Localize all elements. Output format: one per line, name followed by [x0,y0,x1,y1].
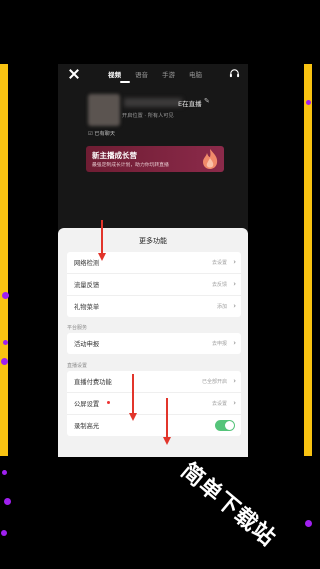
row-paid-live-features[interactable]: 直播付费功能 已全部开启 › [67,371,241,393]
section-platform-services: 平台服务 [67,325,88,331]
location-visibility[interactable]: 开启位置 · 所有人可见 [122,112,174,119]
row-gift-menu[interactable]: 礼物菜单 添加 › [67,296,241,317]
section-live-settings: 直播设置 [67,363,88,369]
top-bar: 视频 语音 手游 电脑 [58,64,248,86]
row-label: 录制高光 [74,423,100,430]
sheet-title: 更多功能 [139,237,167,245]
annotation-arrow-head [163,437,171,445]
chevron-right-icon: › [233,280,236,288]
cover-image-blurred[interactable] [88,94,120,126]
chevron-right-icon: › [233,258,236,266]
decor-dot [1,530,7,536]
row-record-highlights: 录制高光 [67,415,241,436]
decor-dot [2,470,7,475]
live-title[interactable]: E在直播 [178,98,202,108]
new-badge-dot-icon [107,401,110,404]
row-event-application[interactable]: 活动申报 去申报 › [67,333,241,354]
phone-screen: 视频 语音 手游 电脑 E在直播 ✎ 开启位置 · 所有人可见 ☑ 已有聊天 新… [58,64,248,457]
row-value: 去设置 [211,401,227,407]
settings-card-3: 直播付费功能 已全部开启 › 公屏设置 去设置 › 录制高光 [67,371,241,436]
decor-dot [306,100,311,105]
row-public-screen-settings[interactable]: 公屏设置 去设置 › [67,393,241,415]
row-label: 流量反馈 [74,282,100,289]
row-label: 直播付费功能 [74,379,112,386]
banner-subtitle: 最强定制成长计划，助力你玩转直播 [92,163,169,168]
row-label: 活动申报 [74,341,100,348]
banner-title: 新主播成长营 [92,151,137,160]
row-label: 网络检测 [74,260,100,267]
chevron-right-icon: › [233,399,236,407]
edit-icon[interactable]: ✎ [204,97,210,105]
decor-dot [4,498,11,505]
row-value: 去申报 [211,341,227,347]
headset-icon[interactable] [229,68,240,79]
toggle-knob [225,421,234,430]
annotation-arrow [166,398,168,438]
decor-dot [1,358,8,365]
tab-mobile-game[interactable]: 手游 [162,69,175,79]
row-value: 去设置 [211,260,227,266]
row-label: 公屏设置 [74,401,100,408]
tab-voice[interactable]: 语音 [135,69,148,79]
row-value: 已全部开启 [201,379,227,385]
flame-icon [203,149,218,169]
row-value: 去反馈 [211,282,227,288]
top-black-band [0,0,312,64]
blurred-title [124,98,182,107]
chevron-right-icon: › [233,339,236,347]
annotation-arrow [132,374,134,414]
decor-dot [305,520,312,527]
annotation-arrow-head [129,413,137,421]
growth-camp-banner[interactable]: 新主播成长营 最强定制成长计划，助力你玩转直播 [86,146,224,172]
close-icon[interactable] [68,68,80,80]
active-tab-underline [120,81,130,83]
annotation-arrow-head [98,253,106,261]
settings-card-2: 活动申报 去申报 › [67,333,241,354]
stream-type-tabs: 视频 语音 手游 电脑 [108,69,202,79]
chevron-right-icon: › [233,377,236,385]
row-traffic-feedback[interactable]: 流量反馈 去反馈 › [67,274,241,296]
row-network-check[interactable]: 网络检测 去设置 › [67,252,241,274]
row-value: 添加 [216,304,227,310]
row-label: 礼物菜单 [74,304,100,311]
more-functions-sheet: 更多功能 网络检测 去设置 › 流量反馈 去反馈 › 礼物菜单 添加 › 平台服… [58,228,248,457]
tab-pc[interactable]: 电脑 [189,69,202,79]
chevron-right-icon: › [233,302,236,310]
chat-option[interactable]: ☑ 已有聊天 [88,130,115,137]
annotation-arrow [101,220,103,254]
decor-dot [2,292,9,299]
settings-card-1: 网络检测 去设置 › 流量反馈 去反馈 › 礼物菜单 添加 › [67,252,241,317]
tab-video[interactable]: 视频 [108,69,121,79]
decor-dot [3,340,8,345]
record-highlights-toggle[interactable] [215,420,235,431]
